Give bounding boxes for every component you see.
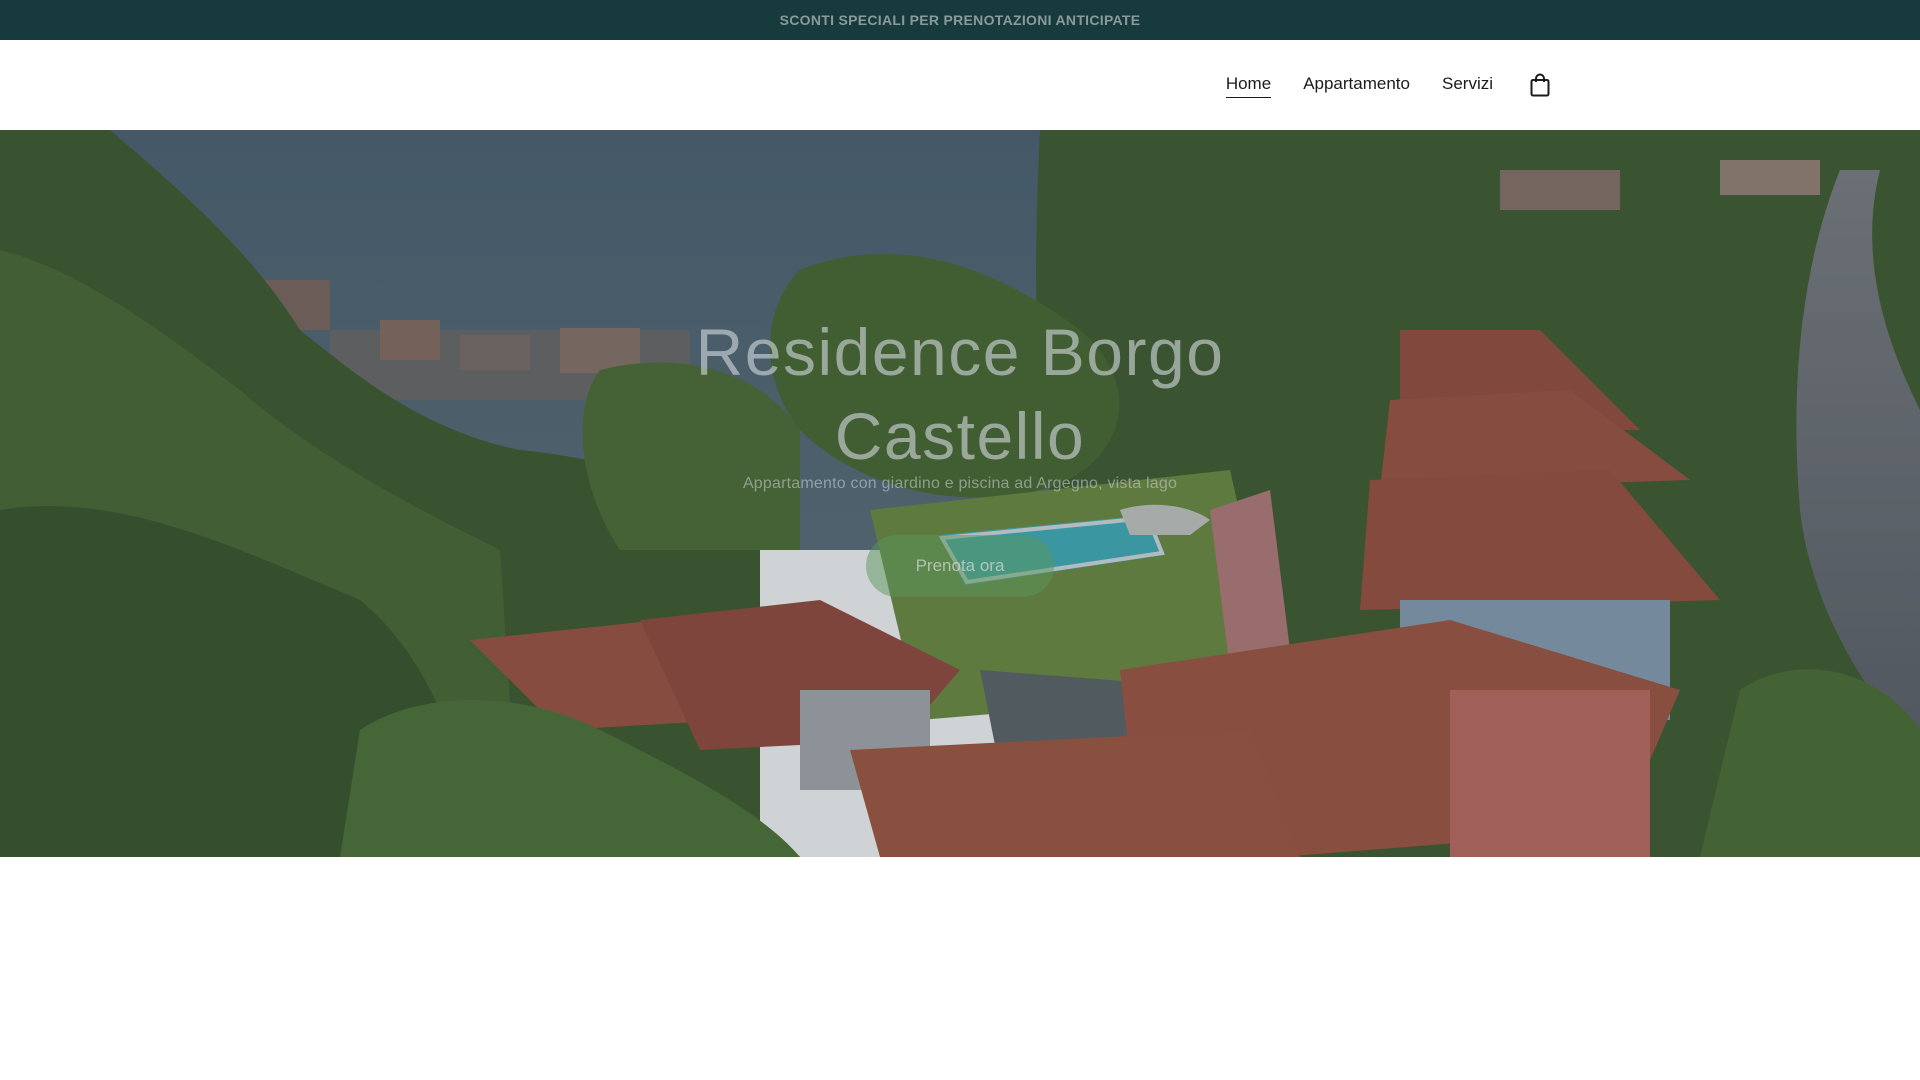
- hero-title: Residence Borgo Castello: [695, 315, 1225, 473]
- page-content-area: [0, 857, 1920, 1080]
- nav-link-appartamento[interactable]: Appartamento: [1303, 73, 1410, 97]
- cart-button[interactable]: [1527, 72, 1553, 98]
- nav-link-servizi[interactable]: Servizi: [1442, 73, 1493, 97]
- site-header: Home Appartamento Servizi: [0, 40, 1920, 130]
- book-now-button[interactable]: Prenota ora: [866, 535, 1054, 597]
- main-nav: Home Appartamento Servizi: [1225, 40, 1553, 130]
- hero-section: Residence Borgo Castello Appartamento co…: [0, 130, 1920, 857]
- hero-subtitle: Appartamento con giardino e piscina ad A…: [742, 475, 1178, 492]
- shopping-bag-icon: [1530, 73, 1550, 97]
- announcement-text: SCONTI SPECIALI PER PRENOTAZIONI ANTICIP…: [779, 12, 1141, 28]
- nav-link-home[interactable]: Home: [1225, 73, 1272, 98]
- announcement-bar: SCONTI SPECIALI PER PRENOTAZIONI ANTICIP…: [0, 0, 1920, 40]
- hero-content: Residence Borgo Castello Appartamento co…: [0, 310, 1920, 597]
